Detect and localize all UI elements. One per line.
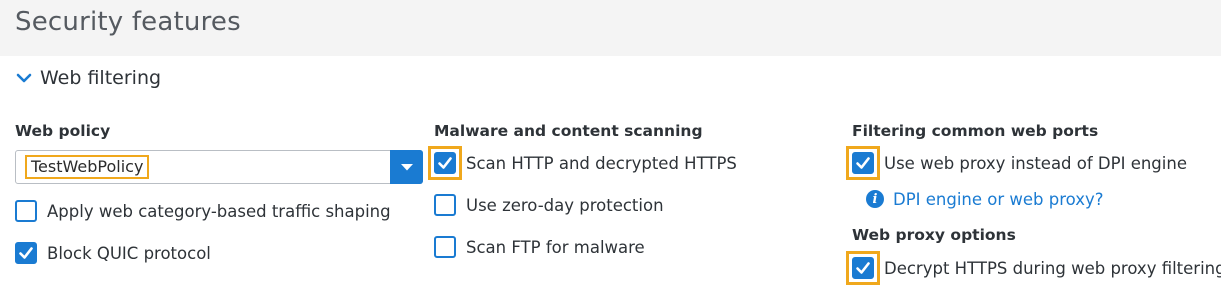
web-policy-select[interactable]: TestWebPolicy (15, 150, 423, 184)
block-quic-checkbox[interactable] (15, 242, 37, 264)
web-policy-select-value: TestWebPolicy (25, 155, 150, 179)
info-icon: i (866, 190, 884, 208)
decrypt-https-checkbox[interactable] (852, 257, 874, 279)
dpi-or-proxy-link-text: DPI engine or web proxy? (893, 189, 1104, 209)
page-header: Security features (0, 0, 1221, 56)
chevron-down-icon (16, 73, 32, 83)
web-proxy-options-heading: Web proxy options (852, 226, 1016, 244)
zero-day-option[interactable]: Use zero-day protection (434, 190, 664, 220)
block-quic-label: Block QUIC protocol (47, 243, 211, 263)
checkmark-icon (19, 247, 33, 259)
traffic-shaping-option[interactable]: Apply web category-based traffic shaping (15, 196, 391, 226)
web-filtering-section-toggle[interactable]: Web filtering (15, 64, 161, 92)
page-title: Security features (15, 7, 241, 37)
checkmark-icon (856, 157, 870, 169)
highlight-frame (428, 146, 462, 180)
block-quic-option[interactable]: Block QUIC protocol (15, 238, 211, 268)
use-web-proxy-label: Use web proxy instead of DPI engine (884, 153, 1187, 173)
dpi-or-proxy-help-link[interactable]: i DPI engine or web proxy? (866, 188, 1104, 210)
highlight-frame (846, 251, 880, 285)
malware-scanning-heading: Malware and content scanning (434, 122, 703, 140)
web-policy-heading: Web policy (15, 122, 111, 140)
use-web-proxy-checkbox[interactable] (852, 152, 874, 174)
scan-http-option[interactable]: Scan HTTP and decrypted HTTPS (428, 146, 737, 180)
scan-ftp-option[interactable]: Scan FTP for malware (434, 232, 645, 262)
caret-down-icon (400, 164, 413, 171)
select-dropdown-button[interactable] (390, 150, 423, 184)
section-label: Web filtering (40, 67, 162, 89)
checkmark-icon (438, 157, 452, 169)
scan-ftp-checkbox[interactable] (434, 236, 456, 258)
traffic-shaping-label: Apply web category-based traffic shaping (47, 201, 391, 221)
scan-ftp-label: Scan FTP for malware (466, 237, 645, 257)
scan-http-label: Scan HTTP and decrypted HTTPS (466, 153, 737, 173)
use-web-proxy-option[interactable]: Use web proxy instead of DPI engine (846, 146, 1187, 180)
web-ports-heading: Filtering common web ports (852, 122, 1099, 140)
highlight-frame (846, 146, 880, 180)
checkmark-icon (856, 262, 870, 274)
decrypt-https-option[interactable]: Decrypt HTTPS during web proxy filtering (846, 251, 1221, 285)
zero-day-label: Use zero-day protection (466, 195, 664, 215)
scan-http-checkbox[interactable] (434, 152, 456, 174)
traffic-shaping-checkbox[interactable] (15, 200, 37, 222)
zero-day-checkbox[interactable] (434, 194, 456, 216)
decrypt-https-label: Decrypt HTTPS during web proxy filtering (884, 258, 1221, 278)
